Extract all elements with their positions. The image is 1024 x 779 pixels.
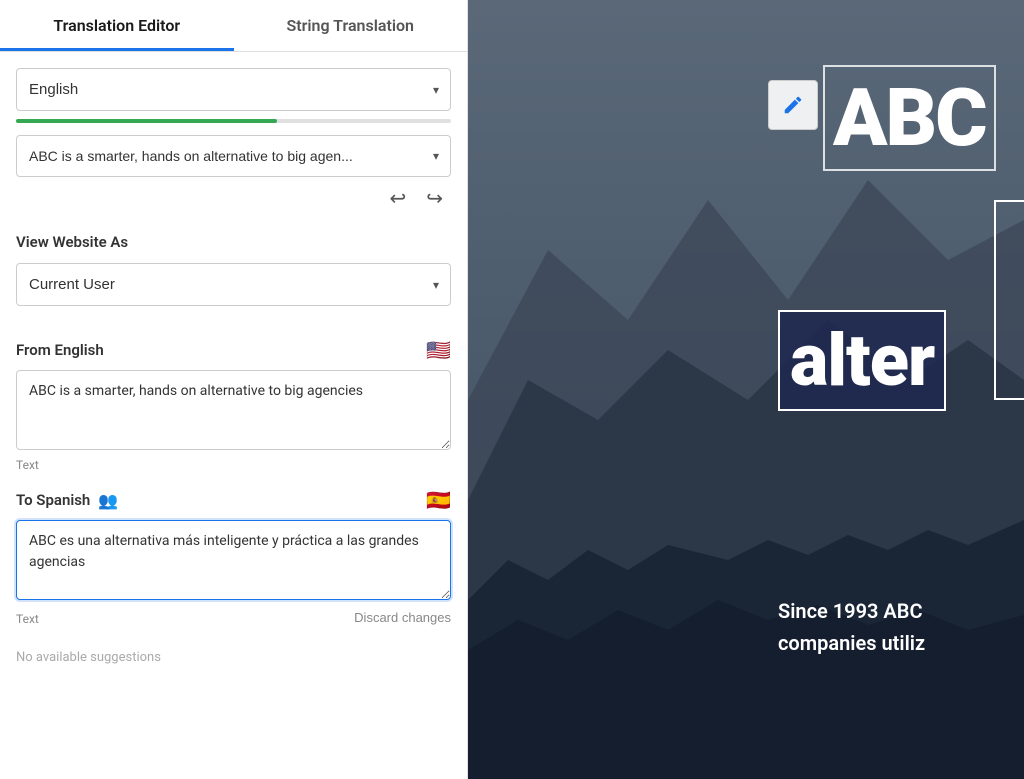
tab-string-translation[interactable]: String Translation <box>234 0 468 51</box>
view-as-select[interactable]: Current User Guest Admin <box>16 263 451 306</box>
no-suggestions-label: No available suggestions <box>16 650 451 665</box>
to-spanish-textarea[interactable] <box>16 520 451 600</box>
left-panel: Translation Editor String Translation En… <box>0 0 468 779</box>
undo-button[interactable]: ↩ <box>385 185 410 213</box>
to-spanish-meta: Text <box>16 612 39 626</box>
from-english-label: From English <box>16 341 104 359</box>
progress-bar-track <box>16 119 451 123</box>
edit-overlay-button[interactable] <box>768 80 818 130</box>
from-english-meta: Text <box>16 458 451 472</box>
abc-main-text: ABC <box>823 65 996 171</box>
language-select[interactable]: English Spanish French German <box>16 68 451 111</box>
discard-changes-button[interactable]: Discard changes <box>354 610 451 625</box>
preview-bottom-text: Since 1993 ABC companies utiliz <box>778 595 925 659</box>
from-english-flag-icon: 🇺🇸 <box>426 338 451 362</box>
pencil-icon <box>782 94 804 116</box>
from-english-section: From English 🇺🇸 Text <box>16 338 451 472</box>
from-english-header: From English 🇺🇸 <box>16 338 451 362</box>
string-select-wrapper: ABC is a smarter, hands on alternative t… <box>16 135 451 177</box>
to-spanish-label: To Spanish <box>16 491 90 509</box>
from-english-textarea[interactable] <box>16 370 451 450</box>
language-select-wrapper: English Spanish French German ▾ <box>16 68 451 111</box>
abc-altern-text: alter <box>778 310 946 411</box>
from-english-header-left: From English <box>16 341 104 359</box>
view-website-as-section: View Website As Current User Guest Admin… <box>16 233 451 314</box>
to-spanish-section: To Spanish 👥 🇪🇸 Text Discard changes <box>16 488 451 626</box>
view-website-as-label: View Website As <box>16 233 451 251</box>
discard-row: Text Discard changes <box>16 608 451 626</box>
progress-bar-fill <box>16 119 277 123</box>
tab-translation-editor[interactable]: Translation Editor <box>0 0 234 51</box>
to-spanish-flag-icon: 🇪🇸 <box>426 488 451 512</box>
right-partial-box <box>994 200 1024 400</box>
users-icon: 👥 <box>98 491 118 510</box>
tabs-bar: Translation Editor String Translation <box>0 0 467 52</box>
to-spanish-header-left: To Spanish 👥 <box>16 491 118 510</box>
panel-body: English Spanish French German ▾ ABC is a… <box>0 52 467 779</box>
view-as-select-wrapper: Current User Guest Admin ▾ <box>16 263 451 306</box>
redo-button[interactable]: ↪ <box>422 185 447 213</box>
string-select[interactable]: ABC is a smarter, hands on alternative t… <box>16 135 451 177</box>
undo-redo-row: ↩ ↪ <box>16 185 451 213</box>
right-panel: ABC alter Since 1993 ABC companies utili… <box>468 0 1024 779</box>
to-spanish-header: To Spanish 👥 🇪🇸 <box>16 488 451 512</box>
